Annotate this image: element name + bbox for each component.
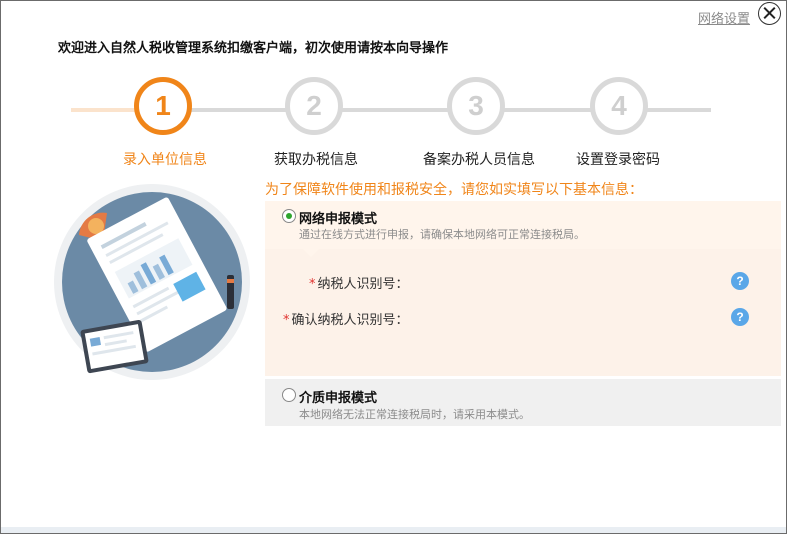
step-1-circle: 1 — [134, 77, 192, 135]
close-icon[interactable] — [758, 2, 781, 25]
panel-caret — [303, 249, 319, 257]
step-2-circle: 2 — [285, 77, 343, 135]
step-4-circle: 4 — [590, 77, 648, 135]
media-mode-title: 介质申报模式 — [299, 391, 378, 406]
confirm-taxpayer-id-label: * 确认纳税人识别号： — [283, 313, 409, 328]
step-2-label: 获取办税信息 — [274, 152, 358, 168]
step-4-label: 设置登录密码 — [576, 152, 660, 168]
notice-text: 为了保障软件使用和报税安全，请您如实填写以下基本信息： — [265, 182, 643, 198]
document-illustration — [54, 184, 250, 380]
media-mode-panel[interactable]: 介质申报模式 本地网络无法正常连接税局时，请采用本模式。 — [265, 379, 781, 426]
bottom-strip — [1, 527, 786, 533]
confirm-taxpayer-id-help-icon[interactable]: ? — [731, 308, 749, 326]
network-settings-link[interactable]: 网络设置 — [698, 8, 750, 27]
network-mode-header[interactable]: 网络申报模式 通过在线方式进行申报，请确保本地网络可正常连接税局。 — [265, 201, 781, 249]
wizard-stepper: 1 2 3 4 录入单位信息 获取办税信息 备案办税人员信息 设置登录密码 — [1, 77, 786, 177]
welcome-text: 欢迎进入自然人税收管理系统扣缴客户端，初次使用请按本向导操作 — [58, 41, 449, 56]
taxpayer-id-label: * 纳税人识别号： — [309, 277, 409, 292]
step-1-label: 录入单位信息 — [123, 152, 207, 168]
wizard-window: 网络设置 欢迎进入自然人税收管理系统扣缴客户端，初次使用请按本向导操作 1 2 … — [0, 0, 787, 534]
network-mode-radio[interactable] — [282, 209, 296, 223]
network-mode-description: 通过在线方式进行申报，请确保本地网络可正常连接税局。 — [299, 228, 585, 241]
media-mode-radio[interactable] — [282, 388, 296, 402]
taxpayer-id-input[interactable] — [411, 272, 719, 292]
confirm-taxpayer-id-input[interactable] — [411, 308, 719, 328]
step-3-circle: 3 — [447, 77, 505, 135]
step-3-label: 备案办税人员信息 — [423, 152, 535, 168]
taxpayer-id-help-icon[interactable]: ? — [731, 272, 749, 290]
media-mode-description: 本地网络无法正常连接税局时，请采用本模式。 — [299, 408, 530, 421]
network-mode-title: 网络申报模式 — [299, 212, 378, 227]
network-mode-panel[interactable]: 网络申报模式 通过在线方式进行申报，请确保本地网络可正常连接税局。 * 纳税人识别… — [265, 201, 781, 376]
